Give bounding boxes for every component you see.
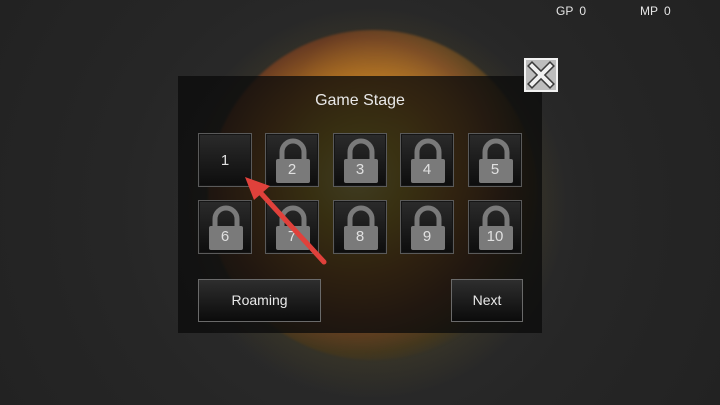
pointer-arrow-icon: [245, 177, 327, 265]
game-scene: GP 0 MP 0 Game Stage 1 2 3 4 5 6 7 8 9 1…: [0, 0, 720, 405]
